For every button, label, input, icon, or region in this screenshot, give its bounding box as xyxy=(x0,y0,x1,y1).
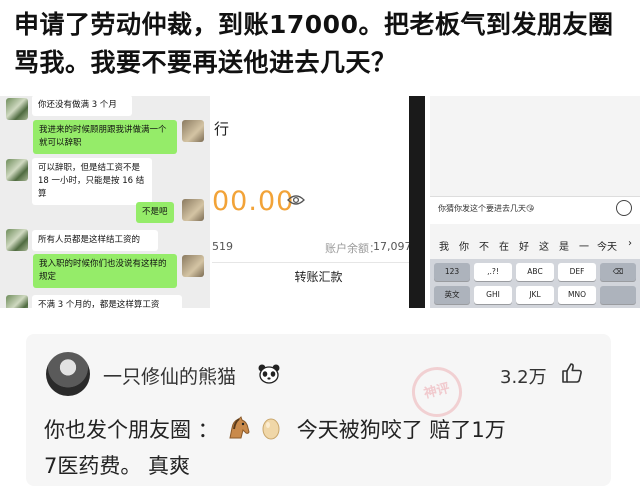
key-def: DEF xyxy=(558,263,596,281)
candidate-word: 今天 xyxy=(597,242,617,253)
bank-name: 行 xyxy=(214,120,230,138)
contact-avatar xyxy=(6,159,28,181)
keyboard-screenshot: 你猜你发这个要进去几天😘 我 你 不 在 好 这 是 一 今天 › 123 ,.… xyxy=(430,96,640,308)
transfer-button: 转账汇款 xyxy=(294,270,343,284)
section-gap xyxy=(0,308,640,322)
balance-label: 账户余额： xyxy=(325,242,380,255)
balance-value: 17,097 xyxy=(373,240,412,253)
commenter-avatar[interactable] xyxy=(46,352,90,396)
top-comment-card: 一只修仙的熊猫 神评 3.2万 你也发个朋友圈 ： 今天被狗咬了 赔了1万 7医… xyxy=(26,334,611,486)
received-amount: 00.00 xyxy=(212,186,295,217)
candidate-word: 我 xyxy=(439,242,449,253)
post-title: 申请了劳动仲裁，到账17000。把老板气到发朋友圈骂我。我要不要再送他进去几天？ xyxy=(14,10,614,77)
candidate-bar: 我 你 不 在 好 这 是 一 今天 › xyxy=(430,238,640,253)
typed-message: 你猜你发这个要进去几天😘 xyxy=(438,204,535,213)
chat-bubble-outgoing: 我入职的时候你们也没说有这样的规定 xyxy=(33,254,177,288)
key-blank xyxy=(600,286,636,304)
comment-text-part: 今天被狗咬了 赔了1万 xyxy=(296,418,506,442)
contact-avatar xyxy=(6,295,28,308)
comment-text-line1: 你也发个朋友圈 ： 今天被狗咬了 赔了1万 xyxy=(44,414,506,444)
key-abc: ABC xyxy=(516,263,554,281)
key-jkl: JKL xyxy=(516,286,554,304)
candidate-word: 你 xyxy=(459,242,469,253)
self-avatar xyxy=(182,255,204,277)
account-number: 519 xyxy=(212,240,233,253)
candidate-word: 这 xyxy=(539,242,549,253)
key-english: 英文 xyxy=(434,286,470,304)
candidate-word: 是 xyxy=(559,242,569,253)
chat-screenshot: 你还没有做满 3 个月 我进来的时候顾朋跟我讲做满一个就可以辞职 可以辞职，但是… xyxy=(0,96,210,308)
divider xyxy=(212,262,425,263)
commenter-username[interactable]: 一只修仙的熊猫 xyxy=(103,362,236,389)
self-avatar xyxy=(182,199,204,221)
self-avatar xyxy=(182,120,204,142)
chat-bubble-incoming: 你还没有做满 3 个月 xyxy=(32,96,132,116)
chevron-right-icon: › xyxy=(628,238,632,249)
key-mno: MNO xyxy=(558,286,596,304)
contact-avatar xyxy=(6,98,28,120)
candidate-word: 不 xyxy=(479,242,489,253)
panda-icon xyxy=(258,364,280,384)
egg-emoji-icon xyxy=(262,418,280,440)
chat-bubble-outgoing: 不是吧 xyxy=(136,202,174,223)
key-ghi: GHI xyxy=(474,286,512,304)
chat-bubble-incoming: 所有人员都是这样结工资的 xyxy=(32,230,158,251)
chat-bubble-outgoing: 我进来的时候顾朋跟我讲做满一个就可以辞职 xyxy=(33,120,177,154)
eye-icon xyxy=(287,195,305,205)
backspace-icon: ⌫ xyxy=(600,263,636,281)
horse-emoji-icon xyxy=(229,416,250,439)
phone-edge xyxy=(409,96,425,308)
keyboard-keys: 123 ,.?! ABC DEF ⌫ 英文 GHI JKL MNO xyxy=(430,259,640,308)
like-count: 3.2万 xyxy=(500,367,547,388)
comment-text-part: 你也发个朋友圈 ： xyxy=(44,418,219,442)
emoji-icon xyxy=(616,200,632,216)
chat-bubble-incoming: 不满 3 个月的，都是这样算工资 xyxy=(32,295,182,308)
thumbs-up-icon[interactable] xyxy=(560,361,584,385)
chat-bubble-incoming: 可以辞职，但是结工资不是 18 一小时，只能是按 16 结算 xyxy=(32,158,152,205)
candidate-word: 一 xyxy=(579,242,589,253)
candidate-word: 在 xyxy=(499,242,509,253)
key-numbers: 123 xyxy=(434,263,470,281)
bank-screenshot: 行 00.00 519 账户余额： 17,097 转账汇款 xyxy=(212,96,425,308)
contact-avatar xyxy=(6,229,28,251)
key-punctuation: ,.?! xyxy=(474,263,512,281)
screenshot-strip: 你还没有做满 3 个月 我进来的时候顾朋跟我讲做满一个就可以辞职 可以辞职，但是… xyxy=(0,96,640,308)
comment-text-line2: 7医药费。 真爽 xyxy=(44,454,191,478)
candidate-word: 好 xyxy=(519,242,529,253)
